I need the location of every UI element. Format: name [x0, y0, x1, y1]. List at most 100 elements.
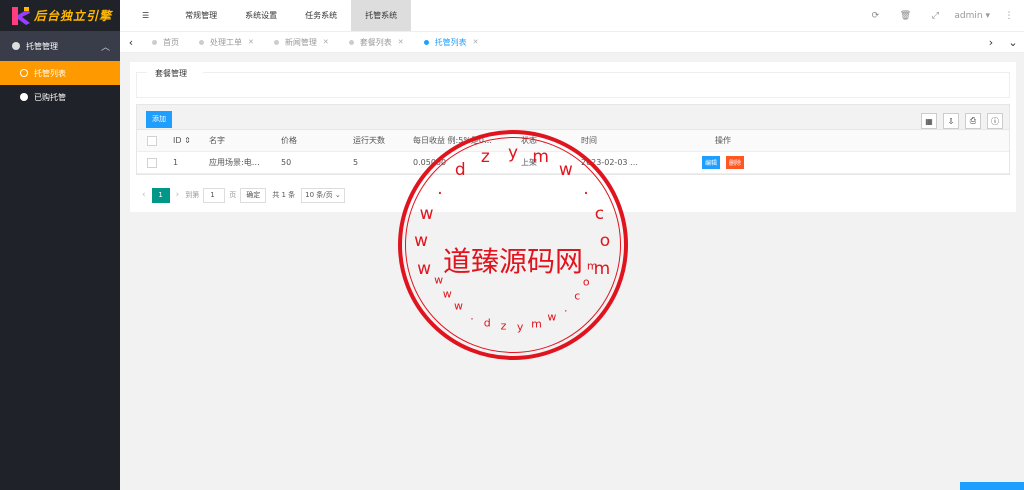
refresh-icon — [20, 69, 28, 77]
watermark-ring-char: m — [532, 147, 549, 168]
tab-dot-icon — [199, 39, 204, 45]
sidebar-item-hosting-list[interactable]: 托管列表 — [0, 61, 120, 85]
tab-packages[interactable]: 套餐列表 ✕ — [339, 31, 414, 53]
watermark-ring-char: o — [599, 230, 611, 251]
fullscreen-icon[interactable]: ⤢ — [920, 11, 950, 21]
watermark-ring-char: w — [414, 230, 429, 251]
watermark-stamp: 道臻源码网 www.dzymw.com www.dzymw.com — [398, 130, 628, 360]
row-checkbox[interactable] — [147, 157, 157, 168]
watermark-ring-char: c — [594, 203, 605, 224]
col-actions: 操作 — [715, 136, 731, 145]
tab-dot-icon — [348, 39, 354, 45]
nav-menu-general[interactable]: 常规管理 — [171, 0, 231, 31]
menu-group-label: 托管管理 — [26, 41, 58, 51]
tab-label: 新闻管理 — [284, 37, 317, 47]
nav-menu-task[interactable]: 任务系统 — [291, 0, 351, 31]
tab-label: 托管列表 — [434, 37, 467, 47]
watermark-ring-char: d — [454, 159, 466, 180]
tab-dot-icon — [152, 39, 157, 45]
tab-news[interactable]: 新闻管理 ✕ — [264, 31, 339, 53]
chevron-down-icon[interactable]: ⌄ — [1002, 36, 1024, 49]
user-menu[interactable]: admin ▾ — [950, 11, 994, 21]
chevron-up-icon: ︿ — [100, 42, 110, 53]
current-page[interactable]: 1 — [151, 187, 170, 203]
settings-icon — [12, 42, 20, 50]
more-icon[interactable]: ⋮ — [994, 11, 1024, 21]
select-all-cell — [137, 135, 167, 146]
refresh-icon[interactable]: ⟳ — [860, 11, 890, 21]
tab-home[interactable]: 首页 — [142, 31, 189, 53]
watermark-ring-char: w — [547, 310, 557, 324]
tab-scroll-right-icon[interactable]: › — [980, 36, 1002, 49]
row-select-cell — [137, 157, 167, 168]
cell-name: 应用场景:电… — [209, 158, 260, 167]
watermark-ring-char: o — [582, 275, 590, 289]
delete-button[interactable]: 删除 — [726, 156, 745, 169]
watermark-ring-char: . — [437, 178, 443, 199]
sidebar-item-label: 已购托管 — [34, 92, 66, 102]
goto-page-input[interactable]: 1 — [203, 187, 226, 203]
watermark-ring-char: w — [442, 287, 452, 301]
edit-button[interactable]: 编辑 — [701, 156, 720, 169]
watermark-ring-char: c — [574, 289, 581, 303]
table-toolbar: 添加 ▦ ⇩ ⎙ ⓘ — [136, 104, 1010, 130]
add-button[interactable]: 添加 — [146, 111, 172, 128]
tab-dot-icon — [273, 39, 279, 45]
nav-menu-hosting[interactable]: 托管系统 — [351, 0, 412, 31]
watermark-ring-char: y — [516, 320, 524, 334]
watermark-ring-char: . — [563, 301, 568, 315]
nav-menu-system[interactable]: 系统设置 — [231, 0, 291, 31]
menu-toggle-icon[interactable]: ☰ — [120, 0, 171, 31]
menu-group-hosting[interactable]: 托管管理 ︿ — [0, 31, 120, 61]
sidebar-item-purchased-hosting[interactable]: 已购托管 — [0, 85, 120, 109]
prev-page-icon[interactable]: ‹ — [142, 190, 146, 200]
sidebar-item-label: 托管列表 — [34, 68, 66, 78]
close-icon[interactable]: ✕ — [248, 38, 254, 46]
watermark-ring-char: m — [586, 259, 598, 273]
info-icon[interactable]: ⓘ — [987, 113, 1003, 129]
close-icon[interactable]: ✕ — [473, 38, 479, 46]
watermark-ring-char: . — [583, 178, 589, 199]
tab-bar: ‹ 首页 处理工单 ✕ 新闻管理 ✕ 套餐列表 ✕ 托管列表 ✕ › ⌄ — [120, 31, 1024, 53]
cell-actions: 编辑 删除 — [683, 156, 763, 169]
per-page-select[interactable]: 10 条/页 ⌄ — [301, 187, 345, 203]
columns-filter-icon[interactable]: ▦ — [921, 113, 937, 129]
watermark-ring-char: w — [417, 258, 432, 279]
tab-dot-icon — [423, 39, 429, 45]
next-page-icon[interactable]: › — [176, 190, 180, 200]
card-title: 套餐管理 — [149, 68, 193, 79]
close-icon[interactable]: ✕ — [323, 38, 329, 46]
cell-price: 50 — [281, 158, 292, 167]
watermark-ring-char: w — [558, 159, 573, 180]
watermark-ring-char: z — [500, 319, 507, 333]
watermark-ring-char: z — [480, 147, 490, 168]
top-header: ☰ 常规管理 系统设置 任务系统 托管系统 ⟳ 🗑 ⤢ admin ▾ ⋮ — [120, 0, 1024, 31]
watermark-ring-char: w — [419, 203, 434, 224]
select-all-checkbox[interactable] — [147, 135, 157, 146]
watermark-ring-char: . — [470, 309, 474, 323]
watermark-ring-char: m — [531, 317, 542, 331]
goto-label: 到第 — [185, 191, 200, 199]
export-icon[interactable]: ⇩ — [943, 113, 959, 129]
tab-scroll-left-icon[interactable]: ‹ — [120, 36, 142, 49]
close-icon[interactable]: ✕ — [398, 38, 404, 46]
col-days: 运行天数 — [353, 136, 385, 145]
goto-confirm-button[interactable]: 确定 — [240, 187, 267, 203]
logo[interactable]: 后台独立引擎 — [0, 0, 120, 31]
tab-label: 套餐列表 — [359, 37, 392, 47]
trash-icon[interactable]: 🗑 — [890, 11, 920, 21]
col-id[interactable]: ID ⇕ — [167, 136, 203, 145]
settings-icon — [20, 93, 28, 101]
watermark-ring-char: w — [453, 299, 463, 313]
logo-mark-icon — [12, 6, 30, 25]
page-unit: 页 — [229, 191, 237, 199]
print-icon[interactable]: ⎙ — [965, 113, 981, 129]
pagination: ‹ 1 › 到第 1 页 确定 共 1 条 10 条/页 ⌄ — [136, 184, 345, 206]
cell-id: 1 — [173, 158, 179, 167]
tab-hosting-list[interactable]: 托管列表 ✕ — [414, 31, 489, 53]
card-header: 套餐管理 — [136, 68, 1010, 98]
col-name: 名字 — [209, 136, 225, 145]
tab-label: 处理工单 — [210, 37, 242, 47]
tab-tickets[interactable]: 处理工单 ✕ — [189, 31, 264, 53]
col-price: 价格 — [281, 136, 297, 145]
